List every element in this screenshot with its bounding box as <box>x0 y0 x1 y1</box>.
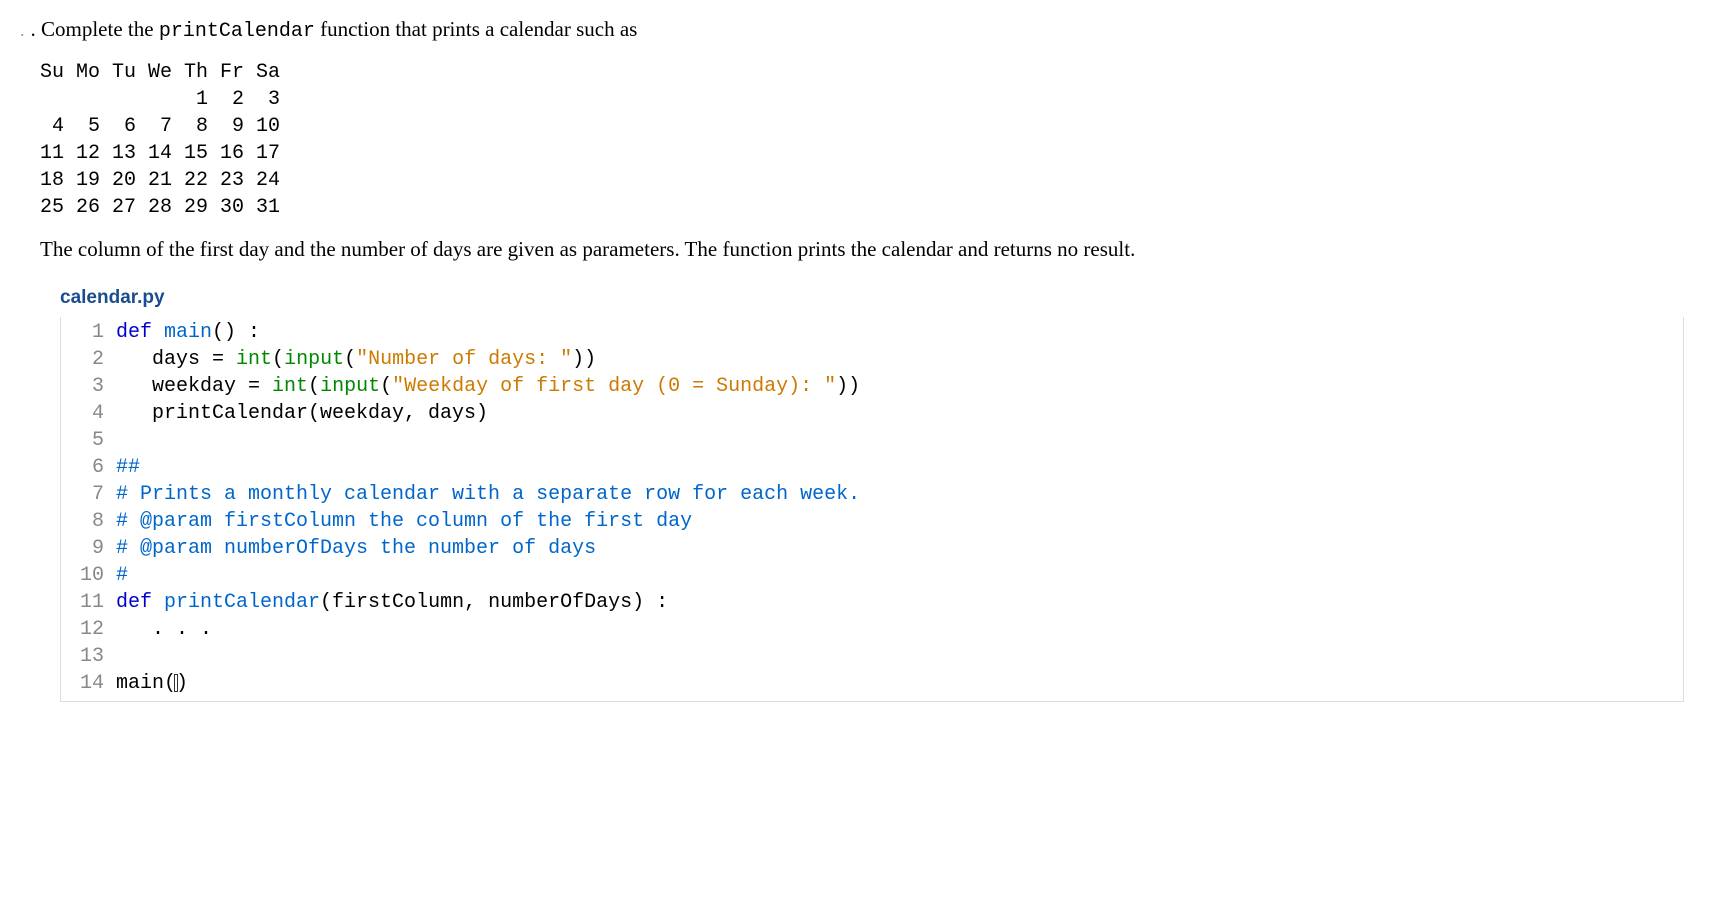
line-number: 12 <box>61 616 116 643</box>
line-number: 6 <box>61 454 116 481</box>
line-content[interactable]: def printCalendar(firstColumn, numberOfD… <box>116 589 668 616</box>
line-content[interactable]: printCalendar(weekday, days) <box>116 400 488 427</box>
code-line[interactable]: 4 printCalendar(weekday, days) <box>61 400 1683 427</box>
bullet-icon: . <box>20 18 25 42</box>
line-content[interactable]: # @param numberOfDays the number of days <box>116 535 596 562</box>
line-number: 8 <box>61 508 116 535</box>
code-line[interactable]: 5 <box>61 427 1683 454</box>
line-number: 10 <box>61 562 116 589</box>
line-number: 5 <box>61 427 116 454</box>
code-line[interactable]: 3 weekday = int(input("Weekday of first … <box>61 373 1683 400</box>
line-number: 13 <box>61 643 116 670</box>
intro-suffix: function that prints a calendar such as <box>315 17 637 41</box>
code-line[interactable]: 14main() <box>61 670 1683 697</box>
intro-prefix: . Complete the <box>31 17 159 41</box>
code-line[interactable]: 13 <box>61 643 1683 670</box>
line-content[interactable]: def main() : <box>116 319 260 346</box>
line-number: 7 <box>61 481 116 508</box>
line-content[interactable]: weekday = int(input("Weekday of first da… <box>116 373 860 400</box>
code-line[interactable]: 10# <box>61 562 1683 589</box>
line-content[interactable]: # <box>116 562 128 589</box>
code-line[interactable]: 6## <box>61 454 1683 481</box>
intro-text: . Complete the printCalendar function th… <box>31 15 638 45</box>
calendar-example: Su Mo Tu We Th Fr Sa 1 2 3 4 5 6 7 8 9 1… <box>40 59 1704 221</box>
problem-description: The column of the first day and the numb… <box>40 235 1704 263</box>
code-line[interactable]: 8# @param firstColumn the column of the … <box>61 508 1683 535</box>
code-line[interactable]: 11def printCalendar(firstColumn, numberO… <box>61 589 1683 616</box>
line-content[interactable]: ## <box>116 454 140 481</box>
line-content[interactable]: # @param firstColumn the column of the f… <box>116 508 692 535</box>
line-content[interactable]: . . . <box>116 616 212 643</box>
line-number: 2 <box>61 346 116 373</box>
line-number: 9 <box>61 535 116 562</box>
code-line[interactable]: 2 days = int(input("Number of days: ")) <box>61 346 1683 373</box>
intro-funcname: printCalendar <box>159 20 315 43</box>
code-line[interactable]: 9# @param numberOfDays the number of day… <box>61 535 1683 562</box>
line-number: 3 <box>61 373 116 400</box>
code-line[interactable]: 12 . . . <box>61 616 1683 643</box>
line-content[interactable]: # Prints a monthly calendar with a separ… <box>116 481 860 508</box>
line-number: 11 <box>61 589 116 616</box>
line-number: 1 <box>61 319 116 346</box>
line-content[interactable]: main() <box>116 670 188 697</box>
code-editor[interactable]: 1def main() :2 days = int(input("Number … <box>60 317 1684 702</box>
line-number: 4 <box>61 400 116 427</box>
code-filename: calendar.py <box>60 285 1704 311</box>
line-number: 14 <box>61 670 116 697</box>
code-line[interactable]: 1def main() : <box>61 319 1683 346</box>
code-line[interactable]: 7# Prints a monthly calendar with a sepa… <box>61 481 1683 508</box>
problem-intro: . . Complete the printCalendar function … <box>20 15 1704 45</box>
line-content[interactable]: days = int(input("Number of days: ")) <box>116 346 596 373</box>
